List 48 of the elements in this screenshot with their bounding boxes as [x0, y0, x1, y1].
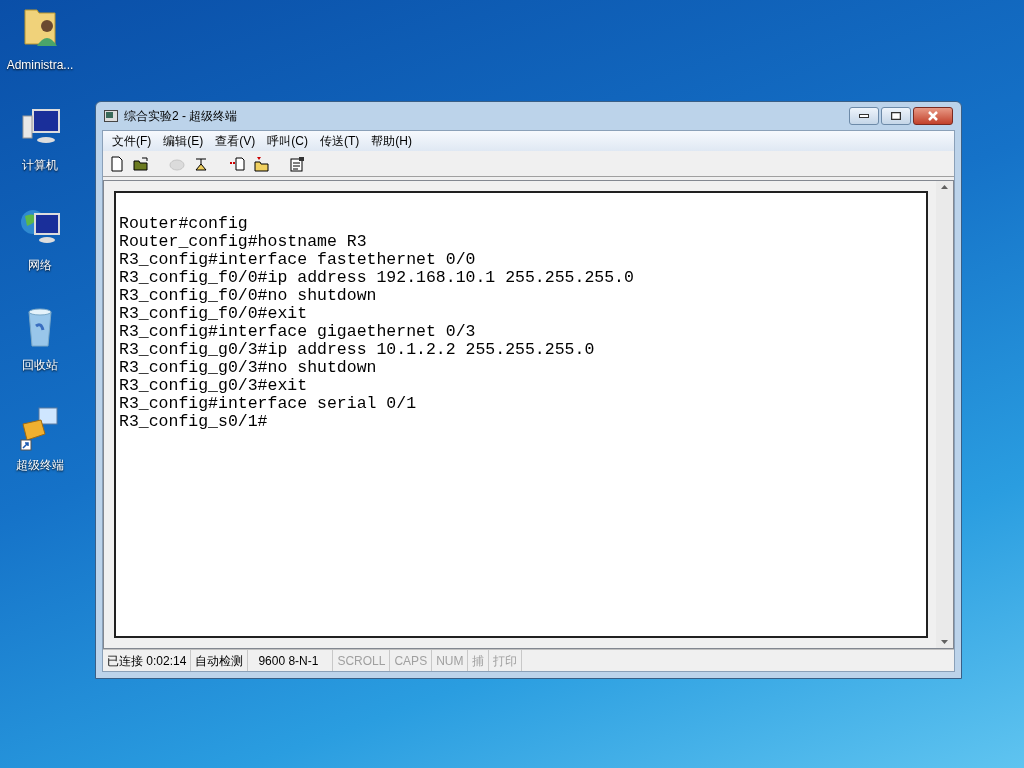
- desktop-icon-label[interactable]: 超级终端: [16, 456, 64, 474]
- desktop-icon-label[interactable]: 计算机: [22, 156, 58, 174]
- new-file-icon[interactable]: [109, 155, 125, 172]
- receive-folder-icon[interactable]: [253, 155, 269, 172]
- status-text: 9600 8-N-1: [248, 650, 334, 671]
- status-text: NUM: [432, 650, 469, 671]
- menu-item[interactable]: 查看(V): [210, 132, 261, 150]
- status-text: CAPS: [390, 650, 433, 671]
- status-text: SCROLL: [333, 650, 391, 671]
- close-icon: [927, 111, 939, 121]
- desktop-icon-label[interactable]: 回收站: [22, 356, 58, 374]
- minimize-button[interactable]: [849, 107, 879, 125]
- terminal-line: R3_config#interface serial 0/1: [119, 395, 418, 413]
- desktop-icon-label[interactable]: Administra...: [6, 56, 74, 74]
- status-text: 打印: [489, 650, 523, 671]
- send-file-icon[interactable]: [229, 155, 245, 172]
- terminal-line: R3_config_f0/0#no shutdown: [119, 287, 378, 305]
- scroll-up-icon[interactable]: [941, 185, 948, 189]
- terminal-line: R3_config_f0/0#exit: [119, 305, 309, 323]
- status-text: 捕: [468, 650, 490, 671]
- terminal-line: R3_config_f0/0#ip address 192.168.10.1 255.255.255.0: [119, 269, 635, 287]
- menu-item[interactable]: 呼叫(C): [262, 132, 313, 150]
- terminal-line: R3_config_g0/3#exit: [119, 377, 309, 395]
- status-text: 自动检测: [191, 650, 249, 671]
- desktop-icon-label[interactable]: 网络: [28, 256, 52, 274]
- menu-item[interactable]: 帮助(H): [366, 132, 417, 150]
- minimize-icon: [859, 114, 869, 118]
- terminal-line: R3_config_s0/1#: [119, 413, 269, 431]
- vertical-scrollbar[interactable]: [936, 181, 953, 648]
- folder-icon[interactable]: [133, 155, 149, 172]
- close-button[interactable]: [913, 107, 953, 125]
- terminal-line: R3_config_g0/3#ip address 10.1.2.2 255.255.255.0: [119, 341, 596, 359]
- terminal-line: Router_config#hostname R3: [119, 233, 368, 251]
- menu-item[interactable]: 文件(F): [107, 132, 157, 150]
- terminal-line: Router#config: [119, 215, 249, 233]
- menu-item[interactable]: 传送(T): [315, 132, 365, 150]
- properties-icon[interactable]: [289, 155, 305, 172]
- app-icon: [104, 110, 118, 122]
- terminal-shortcut-icon[interactable]: [19, 404, 61, 452]
- scroll-down-icon[interactable]: [941, 640, 948, 644]
- maximize-button[interactable]: [881, 107, 911, 125]
- menu-item[interactable]: 编辑(E): [158, 132, 209, 150]
- status-text: 已连接 0:02:14: [103, 650, 192, 671]
- maximize-icon: [891, 112, 901, 120]
- terminal-line: R3_config#interface fastethernet 0/0: [119, 251, 477, 269]
- window-title: 综合实验2 - 超级终端: [124, 108, 238, 125]
- terminal-line: R3_config_g0/3#no shutdown: [119, 359, 378, 377]
- terminal-line: R3_config#interface gigaethernet 0/3: [119, 323, 477, 341]
